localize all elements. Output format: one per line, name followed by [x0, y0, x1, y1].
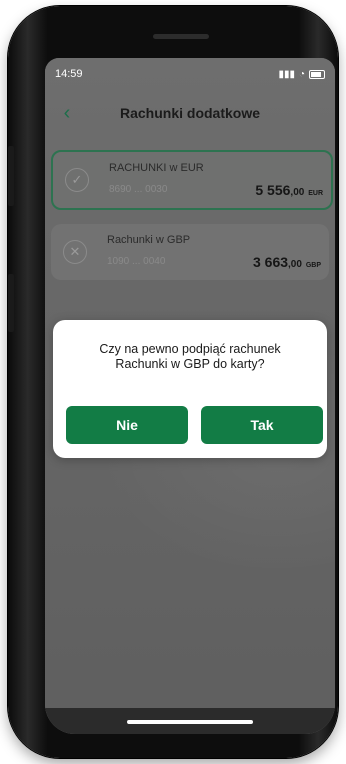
balance-currency: EUR	[308, 190, 323, 197]
check-circle-icon: ✓	[65, 168, 89, 192]
screen: 14:59 ▮▮▮ ◔ ‹ Rachunki dodatkowe ✓ RACHU…	[45, 58, 335, 734]
phone-side-button	[8, 146, 14, 206]
balance-main: 3 663	[252, 254, 289, 270]
page-title: Rachunki dodatkowe	[119, 105, 261, 121]
home-indicator[interactable]	[127, 720, 253, 724]
dialog-message: Czy na pewno podpiąć rachunek Rachunki w…	[63, 342, 317, 372]
yes-button[interactable]: Tak	[201, 406, 323, 444]
account-name: Rachunki w GBP	[107, 234, 191, 246]
balance-main: 5 556	[255, 182, 291, 198]
balance-currency: GBP	[305, 262, 321, 269]
account-number: 1090 ... 0040	[107, 256, 166, 267]
account-balance: 5 556,00 EUR	[255, 182, 323, 198]
balance-decimal: ,00	[290, 187, 305, 198]
status-bar: 14:59 ▮▮▮ ◔	[55, 66, 325, 82]
account-name: RACHUNKI w EUR	[109, 162, 204, 174]
wifi-icon: ◔	[298, 68, 305, 80]
account-number: 8690 ... 0030	[109, 184, 168, 195]
status-time: 14:59	[55, 68, 83, 80]
dialog-message-line: Rachunki w GBP do karty?	[115, 357, 265, 371]
status-icons: ▮▮▮ ◔	[278, 69, 325, 80]
dialog-message-line: Czy na pewno podpiąć rachunek	[99, 342, 281, 356]
signal-icon: ▮▮▮	[278, 68, 295, 80]
phone-frame: 14:59 ▮▮▮ ◔ ‹ Rachunki dodatkowe ✓ RACHU…	[8, 6, 338, 758]
no-button[interactable]: Nie	[66, 406, 188, 444]
phone-speaker	[153, 34, 209, 39]
back-arrow-icon[interactable]: ‹	[53, 100, 81, 126]
balance-decimal: ,00	[288, 259, 302, 270]
cross-circle-icon: ✕	[63, 240, 87, 264]
phone-side-button	[8, 274, 14, 332]
account-item-gbp[interactable]: ✕ Rachunki w GBP 1090 ... 0040 3 663,00 …	[51, 224, 329, 280]
account-balance: 3 663,00 GBP	[253, 254, 321, 270]
account-item-eur[interactable]: ✓ RACHUNKI w EUR 8690 ... 0030 5 556,00 …	[51, 150, 333, 210]
confirm-dialog: Czy na pewno podpiąć rachunek Rachunki w…	[53, 320, 327, 458]
battery-icon	[309, 69, 325, 79]
page-header: ‹ Rachunki dodatkowe	[45, 100, 335, 126]
